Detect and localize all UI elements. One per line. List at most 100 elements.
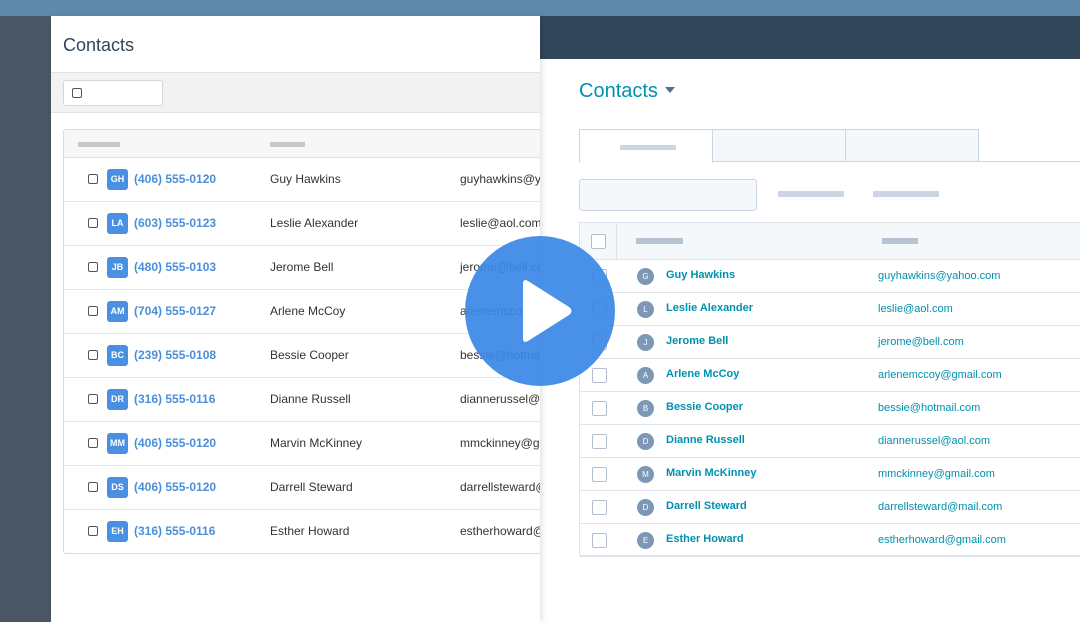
- panel-search-input[interactable]: [63, 80, 163, 106]
- play-icon: [523, 280, 572, 342]
- avatar: E: [637, 532, 654, 549]
- row-checkbox[interactable]: [88, 174, 98, 184]
- row-checkbox[interactable]: [88, 394, 98, 404]
- contact-email: darrellsteward@: [460, 480, 540, 494]
- row-checkbox[interactable]: [592, 434, 607, 449]
- app-left-sidebar: [0, 16, 51, 622]
- row-checkbox[interactable]: [88, 306, 98, 316]
- row-checkbox[interactable]: [592, 533, 607, 548]
- phone-link[interactable]: (406) 555-0120: [134, 480, 216, 494]
- phone-link[interactable]: (406) 555-0120: [134, 436, 216, 450]
- row-checkbox[interactable]: [592, 467, 607, 482]
- contact-name-link[interactable]: Marvin McKinney: [666, 467, 756, 479]
- initials-badge: EH: [107, 521, 128, 542]
- tab-label-placeholder: [620, 145, 676, 150]
- initials-badge: BC: [107, 345, 128, 366]
- header-name-placeholder: [636, 238, 683, 244]
- avatar: B: [637, 400, 654, 417]
- row-checkbox[interactable]: [592, 500, 607, 515]
- table-row[interactable]: E Esther Howard estherhoward@gmail.com: [580, 524, 1080, 557]
- hubspot-view-tabs: [579, 129, 1080, 163]
- row-checkbox[interactable]: [88, 218, 98, 228]
- phone-link[interactable]: (316) 555-0116: [134, 392, 215, 406]
- avatar: D: [637, 499, 654, 516]
- contact-email-link[interactable]: diannerussel@aol.com: [878, 435, 990, 447]
- table-row[interactable]: D Darrell Steward darrellsteward@mail.com: [580, 491, 1080, 524]
- table-row[interactable]: DS (406) 555-0120 Darrell Steward darrellst…: [64, 466, 540, 510]
- avatar: D: [637, 433, 654, 450]
- hubspot-title-label: Contacts: [579, 80, 658, 102]
- table-row[interactable]: L Leslie Alexander leslie@aol.com: [580, 293, 1080, 326]
- contact-email-link[interactable]: bessie@hotmail.com: [878, 402, 980, 414]
- contact-name: Marvin McKinney: [270, 436, 363, 450]
- contact-name: Darrell Steward: [270, 480, 353, 494]
- contact-name-link[interactable]: Jerome Bell: [666, 335, 728, 347]
- table-row[interactable]: D Dianne Russell diannerussel@aol.com: [580, 425, 1080, 458]
- contact-name-link[interactable]: Esther Howard: [666, 533, 744, 545]
- avatar: L: [637, 301, 654, 318]
- contact-name: Guy Hawkins: [270, 172, 341, 186]
- hubspot-contacts-table: G Guy Hawkins guyhawkins@yahoo.com L Leslie…: [579, 222, 1080, 557]
- row-checkbox[interactable]: [88, 438, 98, 448]
- contact-email-link[interactable]: jerome@bell.com: [878, 336, 964, 348]
- table-row[interactable]: EH (316) 555-0116 Esther Howard estherhowar…: [64, 510, 540, 554]
- contact-email: estherhoward@: [460, 524, 540, 538]
- tab-view-2[interactable]: [712, 129, 846, 162]
- contact-name: Leslie Alexander: [270, 216, 359, 230]
- hubspot-filter-2[interactable]: [873, 191, 939, 197]
- row-checkbox[interactable]: [88, 482, 98, 492]
- hubspot-table-header: [580, 223, 1080, 260]
- contact-name-link[interactable]: Dianne Russell: [666, 434, 745, 446]
- contact-name-link[interactable]: Leslie Alexander: [666, 302, 753, 314]
- hubspot-filter-1[interactable]: [778, 191, 844, 197]
- toolbar-checkbox[interactable]: [72, 88, 82, 98]
- table-row[interactable]: J Jerome Bell jerome@bell.com: [580, 326, 1080, 359]
- row-checkbox[interactable]: [88, 262, 98, 272]
- phone-link[interactable]: (316) 555-0116: [134, 524, 215, 538]
- phone-link[interactable]: (480) 555-0103: [134, 260, 216, 274]
- phone-link[interactable]: (239) 555-0108: [134, 348, 216, 362]
- row-checkbox[interactable]: [88, 526, 98, 536]
- contact-email-link[interactable]: guyhawkins@yahoo.com: [878, 270, 1000, 282]
- table-row[interactable]: GH (406) 555-0120 Guy Hawkins guyhawkins@y: [64, 158, 540, 202]
- initials-badge: LA: [107, 213, 128, 234]
- table-row[interactable]: G Guy Hawkins guyhawkins@yahoo.com: [580, 260, 1080, 293]
- contact-email-link[interactable]: arlenemccoy@gmail.com: [878, 369, 1002, 381]
- phone-link[interactable]: (406) 555-0120: [134, 172, 216, 186]
- initials-badge: DS: [107, 477, 128, 498]
- header-divider: [616, 223, 617, 260]
- initials-badge: DR: [107, 389, 128, 410]
- hubspot-search-input[interactable]: [579, 179, 757, 211]
- panel-toolbar: [51, 72, 540, 113]
- phone-link[interactable]: (603) 555-0123: [134, 216, 216, 230]
- contact-name-link[interactable]: Bessie Cooper: [666, 401, 743, 413]
- contact-email-link[interactable]: leslie@aol.com: [878, 303, 953, 315]
- play-video-button[interactable]: [465, 236, 615, 386]
- contact-name: Esther Howard: [270, 524, 350, 538]
- phone-link[interactable]: (704) 555-0127: [134, 304, 216, 318]
- tab-view-1[interactable]: [579, 129, 713, 163]
- panel-table-header: [64, 130, 540, 158]
- row-checkbox[interactable]: [88, 350, 98, 360]
- contact-name-link[interactable]: Guy Hawkins: [666, 269, 735, 281]
- hubspot-contacts-title[interactable]: Contacts: [579, 80, 675, 103]
- contact-email-link[interactable]: darrellsteward@mail.com: [878, 501, 1002, 513]
- tab-view-3[interactable]: [845, 129, 979, 162]
- contact-name-link[interactable]: Darrell Steward: [666, 500, 747, 512]
- table-row[interactable]: A Arlene McCoy arlenemccoy@gmail.com: [580, 359, 1080, 392]
- table-row[interactable]: M Marvin McKinney mmckinney@gmail.com: [580, 458, 1080, 491]
- contact-name: Bessie Cooper: [270, 348, 349, 362]
- table-row[interactable]: B Bessie Cooper bessie@hotmail.com: [580, 392, 1080, 425]
- contact-email-link[interactable]: mmckinney@gmail.com: [878, 468, 995, 480]
- caret-down-icon: [664, 86, 675, 93]
- contact-email-link[interactable]: estherhoward@gmail.com: [878, 534, 1006, 546]
- table-row[interactable]: MM (406) 555-0120 Marvin McKinney mmckinney…: [64, 422, 540, 466]
- contact-email: leslie@aol.com: [460, 216, 540, 230]
- panel-title: Contacts: [63, 35, 135, 55]
- avatar: A: [637, 367, 654, 384]
- avatar: G: [637, 268, 654, 285]
- contact-name-link[interactable]: Arlene McCoy: [666, 368, 739, 380]
- initials-badge: AM: [107, 301, 128, 322]
- row-checkbox[interactable]: [592, 401, 607, 416]
- contact-name: Dianne Russell: [270, 392, 351, 406]
